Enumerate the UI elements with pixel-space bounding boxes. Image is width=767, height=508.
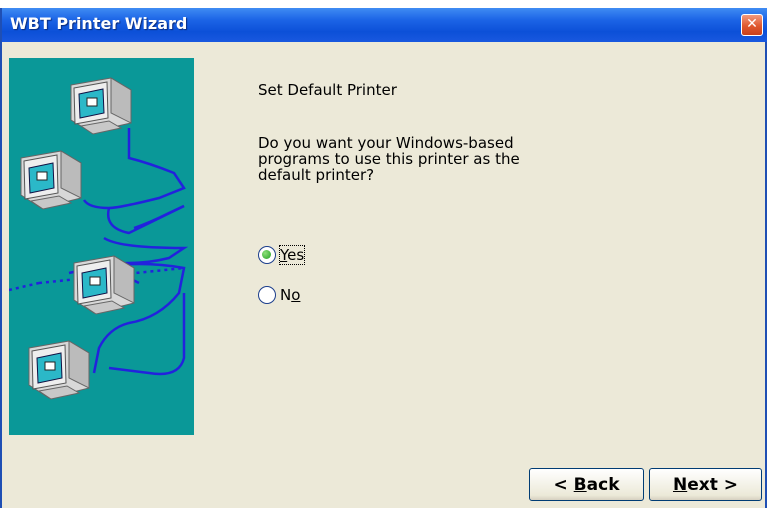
computer-icon-1 (70, 77, 132, 135)
radio-no-label[interactable]: No (280, 286, 300, 304)
radio-yes-option[interactable]: Yes (258, 245, 306, 265)
computer-icon-4 (28, 340, 90, 400)
computer-icon-3 (73, 255, 135, 315)
networked-computers-illustration (8, 58, 194, 435)
question-text: Do you want your Windows-based programs … (258, 135, 558, 183)
radio-no[interactable] (258, 286, 276, 304)
computer-icon-2 (20, 150, 82, 210)
back-button[interactable]: < Back (529, 468, 644, 501)
radio-yes-label[interactable]: Yes (278, 245, 306, 265)
close-icon[interactable]: ✕ (741, 14, 763, 36)
question-line: Do you want your Windows-based (258, 134, 514, 152)
question-line: default printer? (258, 166, 375, 184)
title-bar[interactable]: WBT Printer Wizard ✕ (2, 8, 767, 42)
radio-yes[interactable] (258, 246, 276, 264)
radio-no-option[interactable]: No (258, 286, 300, 304)
next-button[interactable]: Next > (649, 468, 762, 501)
page-heading: Set Default Printer (258, 81, 397, 99)
radio-selected-dot (262, 250, 271, 259)
window-title: WBT Printer Wizard (10, 14, 188, 33)
question-line: programs to use this printer as the (258, 150, 520, 168)
